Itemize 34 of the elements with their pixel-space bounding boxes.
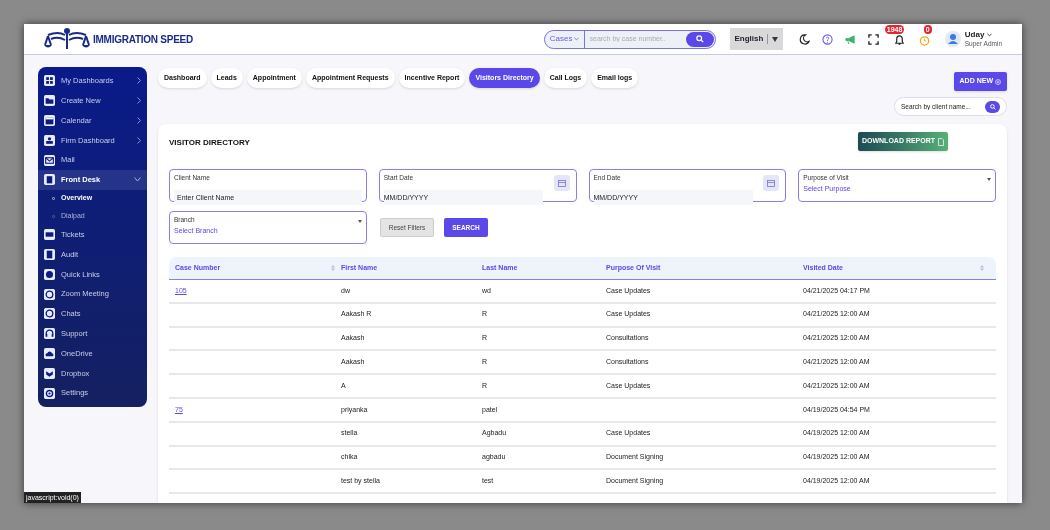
fullscreen-icon[interactable] — [867, 33, 879, 45]
client-search-button[interactable] — [985, 100, 1000, 113]
search-icon — [696, 35, 705, 43]
chevron-down-icon — [987, 32, 993, 37]
bullet-icon — [52, 197, 55, 201]
grid-icon — [44, 75, 55, 87]
moon-icon[interactable] — [798, 33, 810, 45]
calendar-icon — [767, 179, 776, 187]
scope-dropdown[interactable]: Cases — [544, 30, 585, 48]
folder-icon — [44, 95, 55, 107]
user-name[interactable]: Uday — [964, 30, 1002, 39]
stamp-icon — [44, 134, 55, 146]
calendar-icon — [557, 179, 566, 187]
panel-title: VISITOR DIRECTORY — [169, 136, 250, 149]
chevron-down-icon — [573, 37, 579, 41]
eagle-scales-logo-icon — [44, 27, 90, 51]
bullet-icon — [52, 214, 55, 218]
bell-icon[interactable] — [893, 35, 905, 46]
logo-text: IMMIGRATION SPEED — [93, 32, 193, 47]
caret-down-icon — [772, 36, 779, 42]
caret-down-icon — [987, 178, 991, 181]
user-avatar-icon[interactable] — [944, 31, 961, 47]
megaphone-icon[interactable] — [844, 33, 856, 45]
cloud-icon — [44, 347, 55, 359]
calendar-button[interactable] — [553, 175, 570, 191]
language-dropdown[interactable]: English — [730, 28, 783, 50]
envelope-icon — [44, 154, 55, 166]
caret-down-icon — [357, 220, 362, 223]
help-icon[interactable] — [821, 33, 833, 45]
search-button[interactable] — [686, 31, 715, 47]
search-icon — [989, 103, 996, 110]
calendar-icon — [44, 115, 55, 126]
headset-icon — [44, 328, 55, 340]
calendar-button[interactable] — [763, 175, 780, 191]
